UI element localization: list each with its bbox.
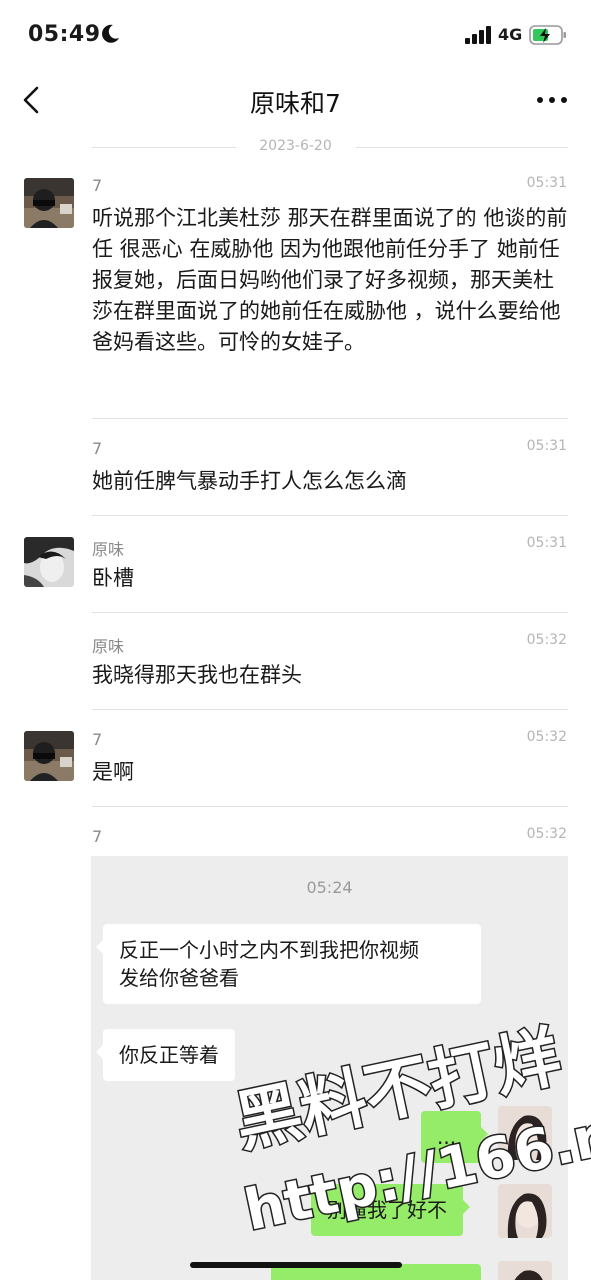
embedded-bubble-line: 反正一个小时之内不到我把你视频 xyxy=(119,938,419,962)
message-divider xyxy=(92,418,568,419)
message-time: 05:32 xyxy=(526,729,567,745)
message-divider xyxy=(92,806,568,807)
message-text[interactable]: 她前任脾气暴动手打人怎么怎么滴 xyxy=(92,466,570,497)
embedded-chat-screenshot[interactable]: 05:24 反正一个小时之内不到我把你视频 发给你爸爸看 你反正等着 ... 别… xyxy=(91,856,568,1280)
status-time: 05:49 xyxy=(28,22,101,47)
embedded-avatar-image xyxy=(498,1184,552,1238)
embedded-right-bubble: 别逼我了好不 xyxy=(311,1184,470,1236)
message-divider xyxy=(92,515,568,516)
embedded-avatar xyxy=(498,1106,552,1160)
embedded-right-bubble: ... xyxy=(421,1111,488,1163)
avatar-7-image xyxy=(24,731,74,781)
sender-name: 7 xyxy=(92,827,103,846)
sender-name: 原味 xyxy=(92,637,125,656)
more-options-icon[interactable] xyxy=(536,96,568,104)
date-line-right xyxy=(356,147,568,148)
message-time: 05:32 xyxy=(526,632,567,648)
message-text[interactable]: 是啊 xyxy=(92,757,570,788)
nav-bar: 原味和7 xyxy=(0,70,591,130)
embedded-bubble-line: 发给你爸爸看 xyxy=(119,966,239,990)
embedded-bubble-text: 别逼我了好不 xyxy=(327,1198,447,1222)
embedded-avatar-image xyxy=(498,1261,552,1280)
moon-icon xyxy=(102,24,119,43)
embedded-time: 05:24 xyxy=(306,878,353,897)
embedded-avatar xyxy=(498,1261,552,1280)
message-text[interactable]: 我晓得那天我也在群头 xyxy=(92,660,570,691)
avatar-yuanwei[interactable] xyxy=(24,537,74,587)
network-label: 4G xyxy=(498,25,523,44)
home-indicator xyxy=(190,1262,402,1268)
embedded-left-bubble: 你反正等着 xyxy=(96,1029,235,1081)
sender-name: 原味 xyxy=(92,540,125,559)
message-time: 05:31 xyxy=(526,438,567,454)
sender-name: 7 xyxy=(92,439,103,458)
message-time: 05:31 xyxy=(526,175,567,191)
message-divider xyxy=(92,612,568,613)
message-divider xyxy=(92,709,568,710)
message-text[interactable]: 听说那个江北美杜莎 那天在群里面说了的 他谈的前任 很恶心 在威胁他 因为他跟他… xyxy=(92,203,570,358)
message-text[interactable]: 卧槽 xyxy=(92,563,570,594)
date-divider: 2023-6-20 xyxy=(0,136,591,158)
embedded-bubble-text: ... xyxy=(437,1125,457,1149)
avatar-7-image xyxy=(24,178,74,228)
avatar-7[interactable] xyxy=(24,178,74,228)
embedded-avatar xyxy=(498,1184,552,1238)
signal-icon xyxy=(465,26,491,44)
chat-title: 原味和7 xyxy=(250,89,341,118)
avatar-yuanwei-image xyxy=(24,537,74,587)
sender-name: 7 xyxy=(92,730,103,749)
avatar-7[interactable] xyxy=(24,731,74,781)
embedded-left-bubble: 反正一个小时之内不到我把你视频 发给你爸爸看 xyxy=(96,924,481,1004)
battery-icon xyxy=(529,25,566,45)
message-time: 05:32 xyxy=(526,826,567,842)
date-text: 2023-6-20 xyxy=(259,138,332,154)
sender-name: 7 xyxy=(92,176,103,195)
message-time: 05:31 xyxy=(526,535,567,551)
embedded-avatar-image xyxy=(498,1106,552,1160)
status-bar: 05:49 4G xyxy=(0,0,591,70)
embedded-bubble-line: 你反正等着 xyxy=(119,1043,219,1067)
